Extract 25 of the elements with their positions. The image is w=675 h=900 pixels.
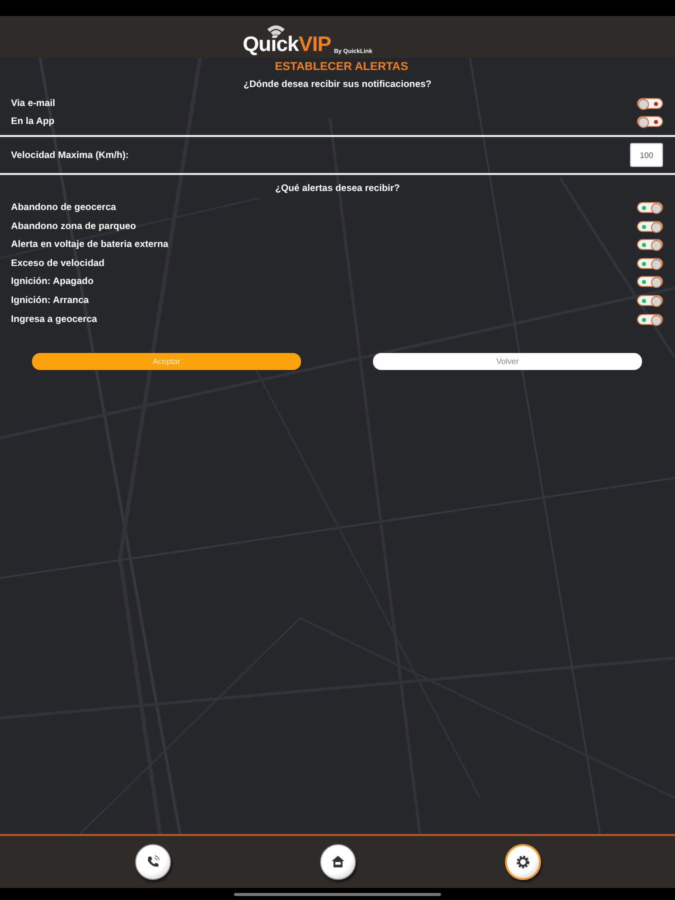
- speed-field[interactable]: 100: [630, 143, 663, 168]
- option-label: En la App: [11, 116, 54, 128]
- option-label: Alerta en voltaje de bateria externa: [11, 239, 168, 250]
- nav-button[interactable]: [504, 844, 540, 880]
- option-label: Ignición: Arranca: [11, 294, 89, 306]
- option-label: Abandono de geocerca: [11, 202, 116, 213]
- back-button[interactable]: Volver: [373, 353, 642, 370]
- section-heading: ¿Qué alertas desea recibir?: [274, 182, 401, 196]
- page-title: ESTABLECER ALERTAS: [274, 60, 410, 75]
- option-label: Exceso de velocidad: [11, 258, 104, 269]
- option-label: Abandono zona de parqueo: [11, 220, 136, 232]
- home-indicator[interactable]: [234, 892, 441, 896]
- option-label: Ingresa a geocerca: [11, 314, 98, 325]
- field-label: Velocidad Maxima (Km/h):: [11, 150, 129, 161]
- settings-icon: [514, 853, 532, 871]
- toggle-switch[interactable]: [637, 276, 663, 288]
- logo-text: QuickVIP: [242, 34, 331, 56]
- nav-button[interactable]: [134, 844, 170, 880]
- toggle-switch[interactable]: [637, 116, 663, 128]
- nav-button[interactable]: [320, 844, 356, 880]
- option-label: Via e-mail: [11, 98, 56, 109]
- toggle-switch[interactable]: [637, 239, 663, 250]
- option-label: Ignición: Apagado: [11, 276, 94, 288]
- accept-button[interactable]: Aceptar: [32, 353, 301, 370]
- section-heading: ¿Dónde desea recibir sus notificaciones?: [242, 78, 432, 92]
